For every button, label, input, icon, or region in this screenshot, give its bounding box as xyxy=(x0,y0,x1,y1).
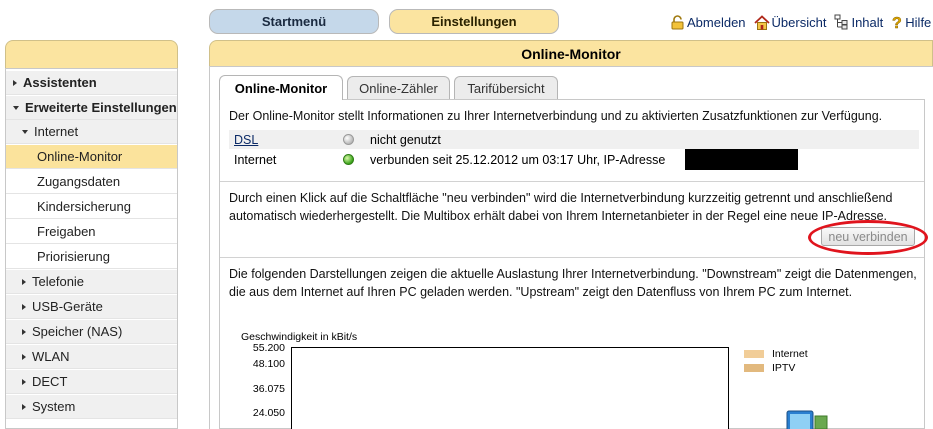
sidebar-item-label: System xyxy=(32,399,76,414)
sidebar-item-online-monitor[interactable]: Online-Monitor xyxy=(6,145,177,169)
chevron-right-icon xyxy=(22,378,26,385)
legend-item-iptv: IPTV xyxy=(744,362,795,374)
chevron-right-icon xyxy=(22,403,26,410)
sidebar-item-label: Zugangsdaten xyxy=(37,174,121,189)
intro-text: Der Online-Monitor stellt Informationen … xyxy=(229,109,883,123)
sidebar-item-speicher-nas[interactable]: Speicher (NAS) xyxy=(6,320,177,344)
sidebar-item-label: Priorisierung xyxy=(37,249,110,264)
tab-online-zaehler[interactable]: Online-Zähler xyxy=(347,76,450,99)
overview-link[interactable]: Übersicht xyxy=(753,14,827,30)
status-row-dsl: DSL nicht genutzt xyxy=(229,130,919,149)
status-name: Internet xyxy=(234,152,277,167)
sidebar-item-label: Telefonie xyxy=(32,274,85,289)
legend-item-internet: Internet xyxy=(744,348,808,360)
sidebar-item-label: Freigaben xyxy=(37,224,96,239)
page-title: Online-Monitor xyxy=(209,40,933,66)
sidebar-header xyxy=(5,40,178,68)
tab-online-monitor[interactable]: Online-Monitor xyxy=(219,75,343,100)
sidebar-item-erweiterte-einstellungen[interactable]: Erweiterte Einstellungen xyxy=(6,96,177,120)
startmenu-button[interactable]: Startmenü xyxy=(209,9,379,34)
chevron-down-icon xyxy=(13,105,19,110)
status-text: nicht genutzt xyxy=(370,132,441,147)
sitemap-icon xyxy=(834,14,848,30)
sidebar-item-freigaben[interactable]: Freigaben xyxy=(6,220,177,244)
overview-label: Übersicht xyxy=(771,15,827,30)
status-row-internet: Internet verbunden seit 25.12.2012 um 03… xyxy=(229,150,919,169)
divider xyxy=(220,181,924,182)
sidebar-item-system[interactable]: System xyxy=(6,395,177,419)
legend-label: IPTV xyxy=(772,362,796,374)
red-highlight-circle xyxy=(808,220,928,255)
sidebar-item-priorisierung[interactable]: Priorisierung xyxy=(6,245,177,269)
sidebar-item-dect[interactable]: DECT xyxy=(6,370,177,394)
sidebar-item-label: Erweiterte Einstellungen xyxy=(25,100,177,115)
sidebar-item-telefonie[interactable]: Telefonie xyxy=(6,270,177,294)
sidebar-item-label: DECT xyxy=(32,374,68,389)
y-tick-label: 36.075 xyxy=(252,383,285,395)
sidebar-item-wlan[interactable]: WLAN xyxy=(6,345,177,369)
chevron-right-icon xyxy=(13,79,17,86)
chevron-right-icon xyxy=(22,303,26,310)
sidebar-item-label: Internet xyxy=(34,124,79,139)
sidebar-item-label: WLAN xyxy=(32,349,70,364)
help-icon: ? xyxy=(892,15,902,30)
chevron-right-icon xyxy=(22,328,26,335)
chart-plot-area xyxy=(291,347,729,429)
legend-swatch xyxy=(744,364,764,372)
sidebar-item-label: Speicher (NAS) xyxy=(32,324,123,339)
sidebar-item-kindersicherung[interactable]: Kindersicherung xyxy=(6,195,177,219)
contents-label: Inhalt xyxy=(851,15,884,30)
sidebar-item-label: USB-Geräte xyxy=(32,299,103,314)
reconnect-description: Durch einen Klick auf die Schaltfläche "… xyxy=(229,191,893,223)
status-led-green-icon xyxy=(342,154,354,165)
sidebar-item-label: Online-Monitor xyxy=(37,149,123,164)
contents-link[interactable]: Inhalt xyxy=(834,14,883,30)
legend-swatch xyxy=(744,350,764,358)
sidebar-item-assistenten[interactable]: Assistenten xyxy=(6,71,177,95)
logout-label: Abmelden xyxy=(687,15,746,30)
computer-icon xyxy=(786,410,828,429)
sidebar-item-label: Kindersicherung xyxy=(37,199,131,214)
ip-address-redaction xyxy=(685,149,798,170)
usage-description: Die folgenden Darstellungen zeigen die a… xyxy=(229,267,917,299)
logout-link[interactable]: Abmelden xyxy=(670,14,746,30)
status-led-grey-icon xyxy=(342,134,354,145)
y-tick-label: 55.200 xyxy=(252,342,285,354)
svg-text:?: ? xyxy=(892,15,902,30)
legend-label: Internet xyxy=(772,348,808,360)
tab-tarifuebersicht[interactable]: Tarifübersicht xyxy=(454,76,558,99)
home-icon xyxy=(753,15,770,30)
sidebar-item-zugangsdaten[interactable]: Zugangsdaten xyxy=(6,170,177,194)
sidebar: Assistenten Erweiterte Einstellungen Int… xyxy=(5,68,178,429)
settings-button[interactable]: Einstellungen xyxy=(389,9,559,34)
sidebar-item-internet[interactable]: Internet xyxy=(6,120,177,144)
dsl-link[interactable]: DSL xyxy=(229,133,334,147)
status-text: verbunden seit 25.12.2012 um 03:17 Uhr, … xyxy=(370,152,666,167)
divider xyxy=(220,257,924,258)
top-links: Abmelden Übersicht Inhalt ? Hilfe xyxy=(670,14,931,30)
sidebar-item-label: Assistenten xyxy=(23,75,97,90)
lock-icon xyxy=(671,15,684,30)
y-tick-label: 48.100 xyxy=(252,358,285,370)
chevron-right-icon xyxy=(22,353,26,360)
y-tick-label: 24.050 xyxy=(252,407,285,419)
help-link[interactable]: ? Hilfe xyxy=(891,14,931,30)
help-label: Hilfe xyxy=(905,15,932,30)
chevron-down-icon xyxy=(22,129,28,134)
sidebar-item-usb-geraete[interactable]: USB-Geräte xyxy=(6,295,177,319)
chevron-right-icon xyxy=(22,278,26,285)
